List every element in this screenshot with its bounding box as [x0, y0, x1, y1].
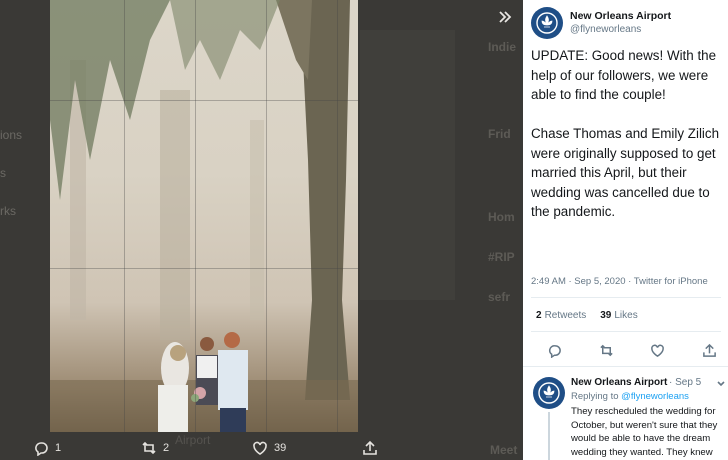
retweet-count: 2: [163, 442, 170, 454]
foggy-forest-scene: [50, 0, 358, 432]
thread-line: [548, 412, 550, 460]
reply-icon[interactable]: [547, 343, 562, 358]
grid-line: [266, 0, 267, 432]
double-chevron-right-icon: [499, 11, 512, 23]
bg-trend-label: #RIP: [488, 250, 515, 264]
tweet-stats: 2 Retweets 39 Likes: [536, 310, 638, 321]
avatar[interactable]: [531, 7, 563, 39]
chevron-down-icon: [717, 381, 725, 387]
bg-sidebar-text: rks: [0, 204, 16, 218]
tweet-actions: [547, 343, 717, 358]
retweet-icon: [142, 441, 156, 455]
retweet-stat-count: 2: [536, 310, 542, 321]
tweet-text: UPDATE: Good news! With the help of our …: [531, 48, 720, 219]
grid-line: [124, 0, 125, 432]
bg-trend-panel: [360, 30, 455, 300]
reply-text: They rescheduled the wedding for October…: [571, 406, 718, 458]
reply-icon: [35, 442, 48, 456]
tweet-photo[interactable]: [50, 0, 358, 432]
tweet-timestamp[interactable]: 2:49 AM · Sep 5, 2020 · Twitter for iPho…: [531, 276, 708, 287]
grid-line: [50, 100, 358, 101]
reply-author-name[interactable]: New Orleans Airport: [571, 377, 667, 388]
bg-trend-label: Indie: [488, 40, 517, 54]
share-action[interactable]: [362, 440, 378, 456]
reply-menu[interactable]: [716, 376, 726, 387]
divider: [523, 366, 728, 367]
bg-sidebar-text: s: [0, 166, 6, 180]
retweet-stat[interactable]: 2 Retweets: [536, 310, 586, 321]
replying-to: Replying to @flyneworleans: [571, 391, 689, 402]
replying-to-handle[interactable]: @flyneworleans: [621, 391, 689, 402]
replying-to-prefix: Replying to: [571, 391, 619, 402]
author-name[interactable]: New Orleans Airport: [570, 10, 671, 22]
share-icon[interactable]: [702, 343, 717, 358]
like-stat[interactable]: 39 Likes: [600, 310, 637, 321]
like-action[interactable]: 39: [252, 440, 286, 456]
heart-icon[interactable]: [650, 343, 665, 358]
author-handle[interactable]: @flyneworleans: [570, 24, 641, 35]
bg-trend-label: sefr: [488, 290, 511, 304]
bg-trend-label: Frid: [488, 127, 511, 141]
retweet-icon[interactable]: [599, 343, 614, 358]
grid-line: [50, 268, 358, 269]
reply-action[interactable]: 1: [33, 440, 61, 456]
like-stat-count: 39: [600, 310, 612, 321]
reply-timestamp[interactable]: · Sep 5: [669, 377, 701, 388]
like-count: 39: [274, 442, 287, 454]
fleur-de-lis-logo-icon: [536, 12, 558, 34]
reply-avatar[interactable]: [533, 377, 565, 409]
retweet-action[interactable]: 2: [141, 440, 169, 456]
heart-icon: [253, 441, 267, 455]
grid-line: [337, 0, 338, 432]
bg-sidebar-text: ions: [0, 128, 23, 142]
image-action-bar: 1 2 39: [0, 432, 520, 460]
collapse-panel-button[interactable]: [496, 8, 516, 28]
share-icon: [363, 440, 377, 455]
fleur-de-lis-logo-icon: [538, 382, 560, 404]
divider: [531, 331, 721, 332]
divider: [531, 297, 721, 298]
bg-trend-label: Hom: [488, 210, 515, 224]
reply-count: 1: [55, 442, 62, 454]
grid-line: [195, 0, 196, 432]
retweet-stat-label: Retweets: [544, 310, 587, 321]
like-stat-label: Likes: [614, 310, 638, 321]
